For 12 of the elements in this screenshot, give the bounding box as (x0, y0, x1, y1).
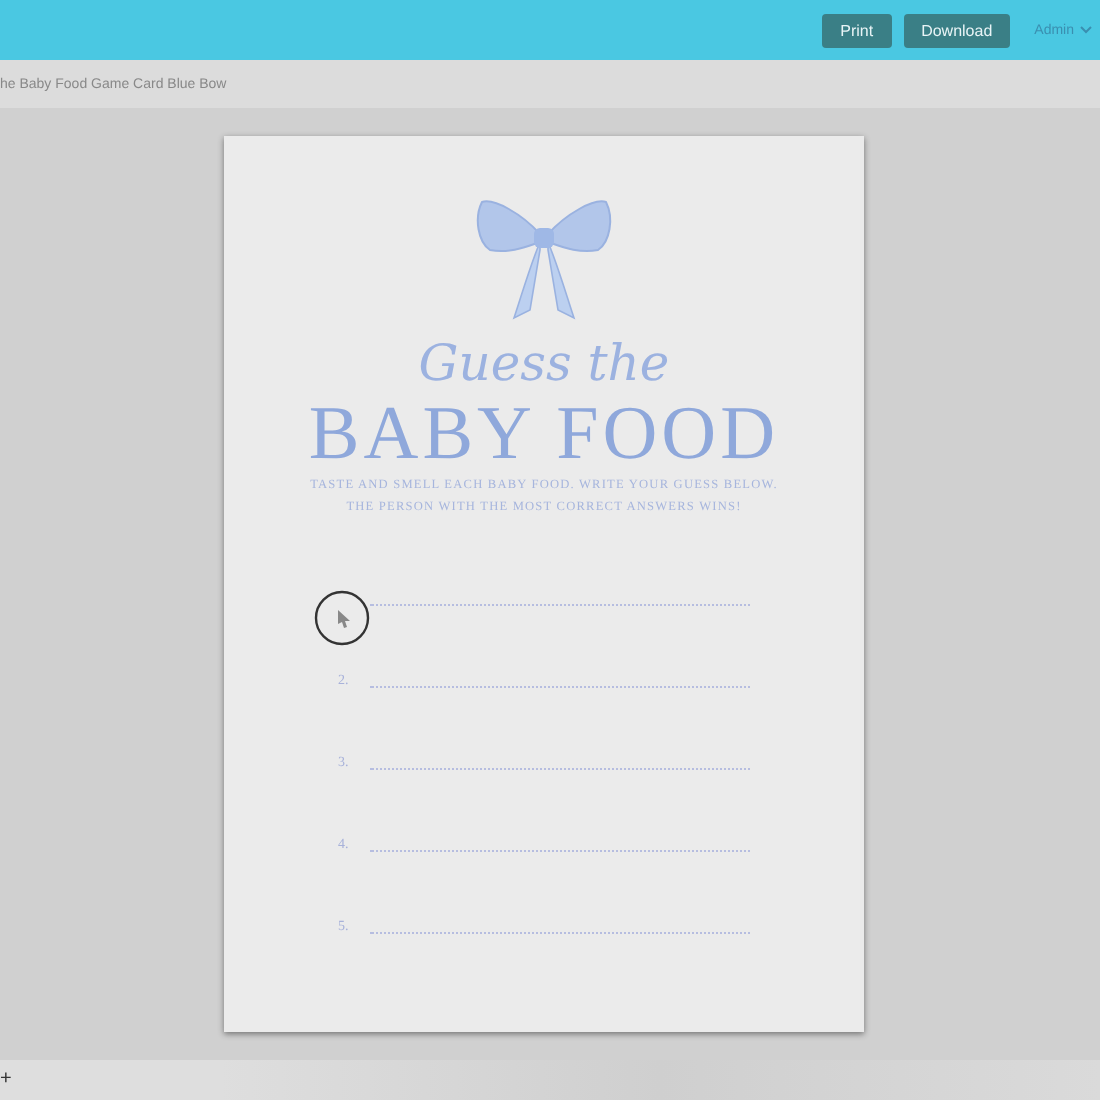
fill-in-line[interactable] (370, 848, 750, 852)
fill-in-line[interactable] (370, 930, 750, 934)
toolbar-button[interactable]: Download (903, 13, 1011, 47)
fill-in-line[interactable] (370, 684, 750, 688)
toolbar-button[interactable]: Print (822, 13, 892, 47)
cursor-highlight-icon (314, 590, 370, 646)
caret-icon (1080, 26, 1092, 34)
fill-in-line[interactable] (370, 766, 750, 770)
fill-in-line[interactable] (370, 602, 750, 606)
main-heading: BABY FOOD (308, 394, 780, 474)
script-heading: Guess the (418, 334, 670, 394)
add-button[interactable]: + (0, 1070, 12, 1090)
